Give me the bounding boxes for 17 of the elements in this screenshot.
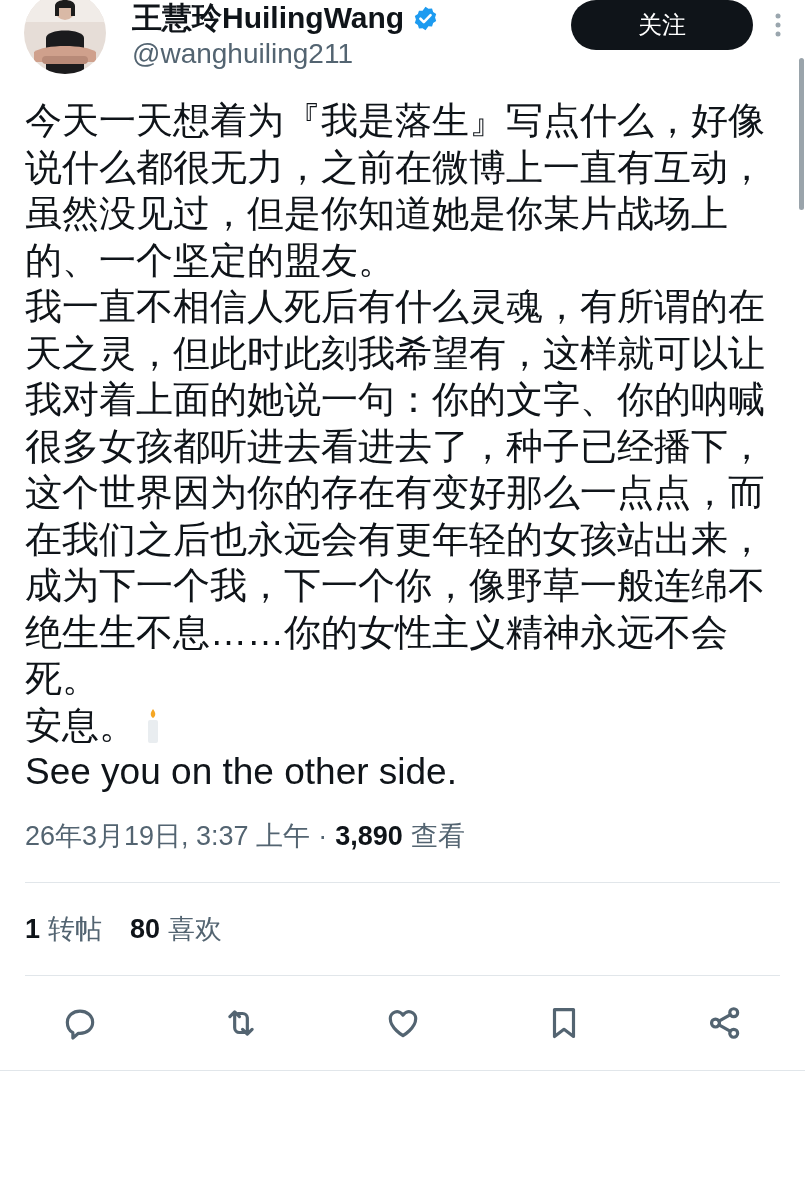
candle-icon (146, 707, 160, 744)
stat-count[interactable]: 80 (130, 908, 161, 950)
views-label: 查看 (410, 819, 465, 853)
stat-count[interactable]: 1 (25, 908, 41, 950)
views-count: 3,890 (335, 819, 403, 853)
author-handle[interactable]: @wanghuiling211 (132, 36, 440, 72)
author-name[interactable]: 王慧玲HuilingWang (132, 0, 405, 36)
follow-button[interactable]: 关注 (571, 0, 753, 50)
separator-dot: · (318, 819, 328, 853)
timestamp[interactable]: 26年3月19日, 3:37 上午 (25, 815, 311, 856)
stat-label[interactable]: 转帖 (48, 908, 103, 950)
tweet-text: 今天一天想着为『我是落生』写点什么，好像说什么都很无力，之前在微博上一直有互动，虽然没见过，但是你知道她是你某片战场上的、一个坚定的盟友。 (25, 99, 766, 283)
stat-label[interactable]: 喜欢 (168, 908, 223, 950)
tweet-text: 我一直不相信人死后有什么灵魂，有所谓的在天之灵，但此时此刻我希望有，这样就可以让我对着上面的她说一句：你的文字、你的呐喊很多女孩都听进去看进去了，种子已经播下，这个世界因为你的存在有变好那么一点点，而在我们之后也永远会有更年轻的女孩站出来，成为下一个我，下一个你，像野草一般连绵不绝生生不息……你的女性主义精神永远不会死。 (25, 285, 766, 701)
tweet-text: 安息。 (25, 703, 136, 748)
tweet-text: See you on the other side. (25, 750, 457, 794)
scrollbar[interactable] (799, 58, 804, 210)
